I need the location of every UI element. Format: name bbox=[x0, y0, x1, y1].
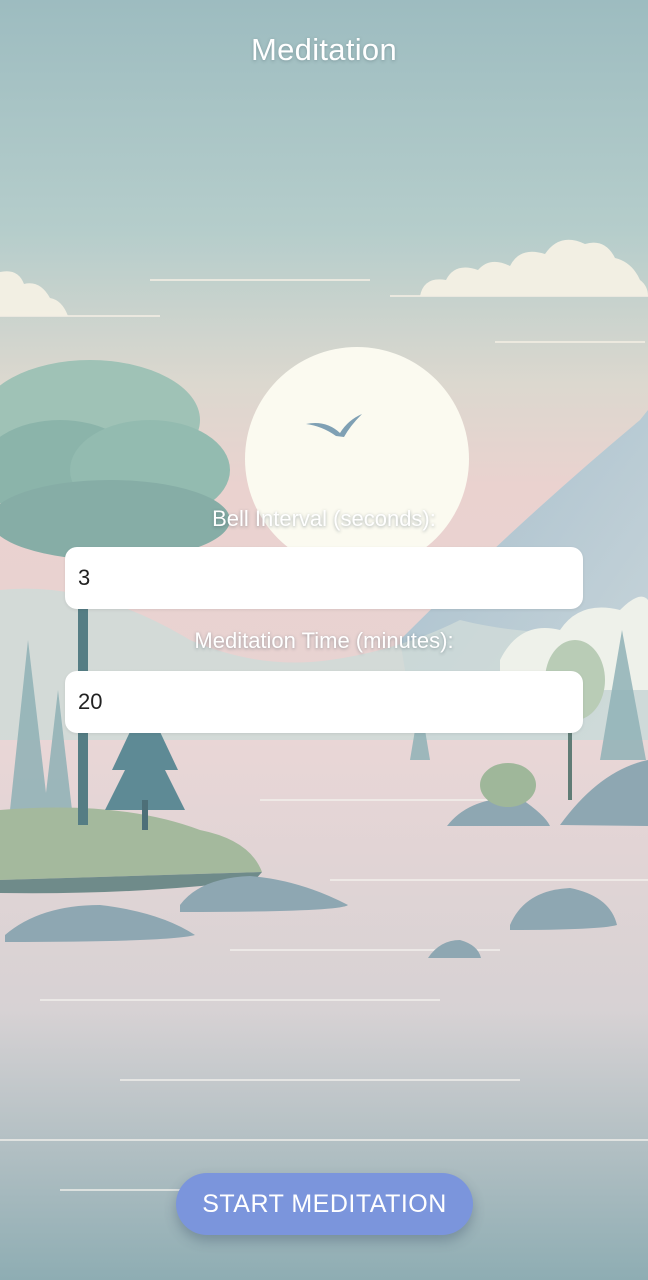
bell-interval-label: Bell Interval (seconds): bbox=[212, 506, 436, 531]
app-title: Meditation bbox=[250, 32, 398, 67]
bell-interval-input[interactable] bbox=[65, 547, 583, 609]
start-meditation-button[interactable]: START MEDITATION bbox=[176, 1173, 473, 1235]
sun bbox=[245, 347, 469, 571]
meditation-time-input[interactable] bbox=[65, 671, 583, 733]
meditation-screen: Meditation Bell Interval (seconds): Medi… bbox=[0, 0, 648, 1280]
meditation-time-label: Meditation Time (minutes): bbox=[194, 628, 454, 653]
